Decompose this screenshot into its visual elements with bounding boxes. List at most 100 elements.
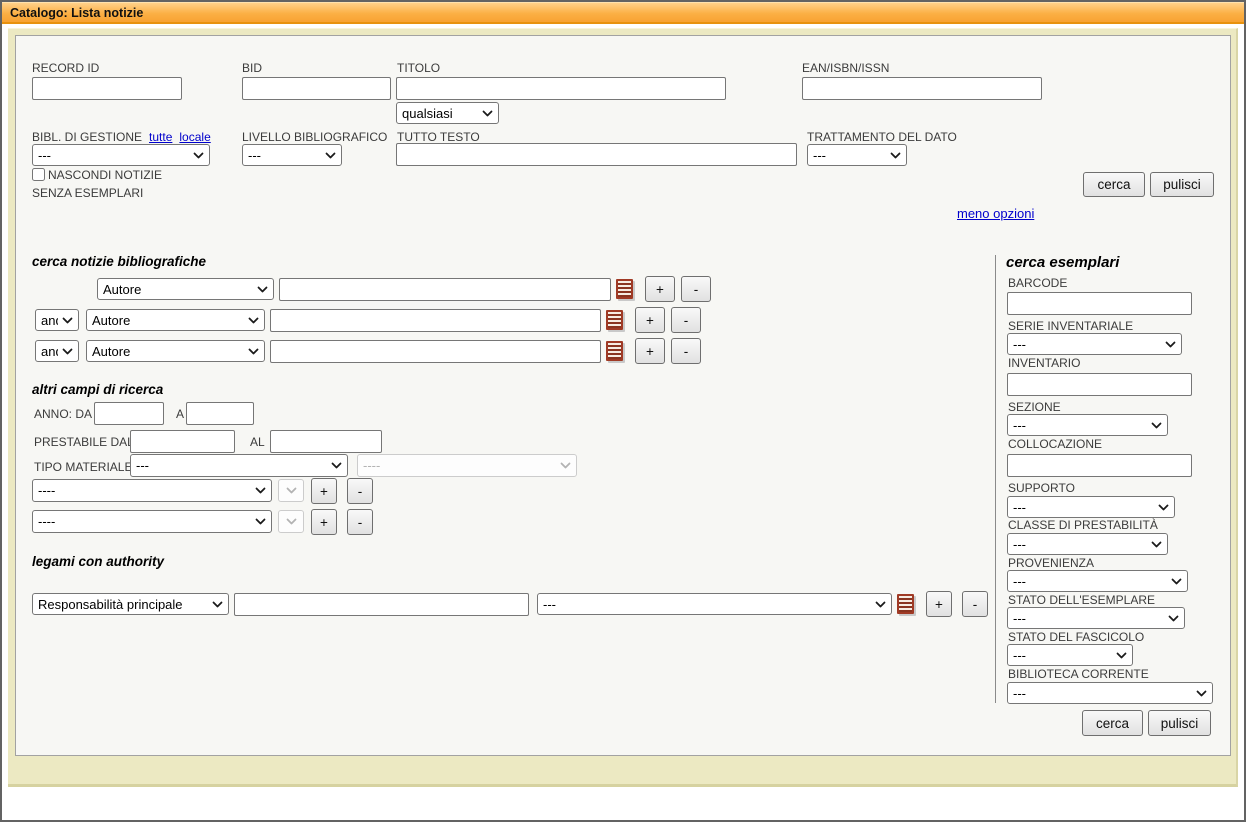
tutto-testo-input[interactable] — [396, 143, 797, 166]
notizie-field-select-1[interactable]: Autore — [97, 278, 274, 300]
altri-remove-row-button-2[interactable]: - — [347, 509, 373, 535]
pulisci-button[interactable]: pulisci — [1150, 172, 1214, 197]
record-id-label: RECORD ID — [32, 61, 99, 75]
collocazione-input[interactable] — [1007, 454, 1192, 477]
prestabile-dal-input[interactable] — [130, 430, 235, 453]
ean-label: EAN/ISBN/ISSN — [802, 61, 889, 75]
esemplari-cerca-button[interactable]: cerca — [1082, 710, 1143, 736]
livello-select[interactable]: --- — [242, 144, 342, 166]
bibl-gestione-select[interactable]: --- — [32, 144, 210, 166]
bibl-locale-link[interactable]: locale — [179, 130, 210, 144]
supporto-select[interactable]: --- — [1007, 496, 1175, 518]
legami-remove-row-button[interactable]: - — [962, 591, 988, 617]
list-lookup-icon[interactable] — [897, 594, 914, 614]
chevron-down-icon — [212, 601, 223, 608]
nascondi-label: NASCONDI NOTIZIE SENZA ESEMPLARI — [32, 168, 162, 200]
chevron-down-icon — [286, 487, 297, 494]
chevron-down-icon — [248, 348, 259, 355]
altri-extra-secondary-select-1 — [278, 479, 304, 502]
esemplari-pulisci-button[interactable]: pulisci — [1148, 710, 1211, 736]
notizie-add-row-button-1[interactable]: + — [645, 276, 675, 302]
notizie-term-input-3[interactable] — [270, 340, 601, 363]
meno-opzioni-link[interactable]: meno opzioni — [957, 206, 1034, 221]
prestabile-al-label: AL — [250, 435, 265, 449]
legami-field-select[interactable]: Responsabilità principale — [32, 593, 229, 615]
notizie-remove-row-button-3[interactable]: - — [671, 338, 701, 364]
chevron-down-icon — [1151, 422, 1162, 429]
trattamento-select[interactable]: --- — [807, 144, 907, 166]
bibl-tutte-link[interactable]: tutte — [149, 130, 172, 144]
serie-inventariale-label: SERIE INVENTARIALE — [1008, 319, 1133, 333]
legami-heading: legami con authority — [32, 554, 164, 569]
bid-label: BID — [242, 61, 262, 75]
altri-remove-row-button-1[interactable]: - — [347, 478, 373, 504]
prestabile-dal-label: PRESTABILE DAL — [34, 435, 134, 449]
bibl-gestione-label-row: BIBL. DI GESTIONE tutte locale — [32, 130, 211, 144]
notizie-remove-row-button-1[interactable]: - — [681, 276, 711, 302]
stato-esemplare-select[interactable]: --- — [1007, 607, 1185, 629]
altri-extra-select-2[interactable]: ---- — [32, 510, 272, 533]
barcode-label: BARCODE — [1008, 276, 1067, 290]
prestabile-al-input[interactable] — [270, 430, 382, 453]
altri-add-row-button-1[interactable]: + — [311, 478, 337, 504]
tutto-testo-label: TUTTO TESTO — [397, 130, 480, 144]
classe-prestabilita-select[interactable]: --- — [1007, 533, 1168, 555]
serie-inventariale-select[interactable]: --- — [1007, 333, 1182, 355]
titolo-input[interactable] — [396, 77, 726, 100]
chevron-down-icon — [325, 152, 336, 159]
tipo-materiale-select[interactable]: --- — [130, 454, 348, 477]
altri-extra-select-1[interactable]: ---- — [32, 479, 272, 502]
biblioteca-corrente-select[interactable]: --- — [1007, 682, 1213, 704]
chevron-down-icon — [560, 462, 571, 469]
legami-term-input[interactable] — [234, 593, 529, 616]
inventario-input[interactable] — [1007, 373, 1192, 396]
list-lookup-icon[interactable] — [616, 279, 633, 299]
chevron-down-icon — [255, 487, 266, 494]
chevron-down-icon — [248, 317, 259, 324]
supporto-label: SUPPORTO — [1008, 481, 1075, 495]
sezione-select[interactable]: --- — [1007, 414, 1168, 436]
notizie-add-row-button-3[interactable]: + — [635, 338, 665, 364]
titolo-match-select[interactable]: qualsiasi — [396, 102, 499, 124]
list-lookup-icon[interactable] — [606, 310, 623, 330]
stato-fascicolo-select[interactable]: --- — [1007, 644, 1133, 666]
notizie-bool-select-3[interactable]: and — [35, 340, 79, 362]
anno-da-input[interactable] — [94, 402, 164, 425]
anno-a-input[interactable] — [186, 402, 254, 425]
chevron-down-icon — [482, 110, 493, 117]
esemplari-divider — [995, 255, 996, 703]
window-titlebar: Catalogo: Lista notizie — [2, 2, 1244, 24]
chevron-down-icon — [1116, 652, 1127, 659]
notizie-remove-row-button-2[interactable]: - — [671, 307, 701, 333]
biblioteca-corrente-label: BIBLIOTECA CORRENTE — [1008, 667, 1149, 681]
chevron-down-icon — [1171, 578, 1182, 585]
altri-add-row-button-2[interactable]: + — [311, 509, 337, 535]
cerca-button[interactable]: cerca — [1083, 172, 1145, 197]
chevron-down-icon — [255, 518, 266, 525]
nascondi-checkbox[interactable] — [32, 168, 45, 181]
livello-label: LIVELLO BIBLIOGRAFICO — [242, 130, 387, 144]
notizie-bool-select-2[interactable]: and — [35, 309, 79, 331]
legami-add-row-button[interactable]: + — [926, 591, 952, 617]
provenienza-select[interactable]: --- — [1007, 570, 1188, 592]
notizie-add-row-button-2[interactable]: + — [635, 307, 665, 333]
stato-fascicolo-label: STATO DEL FASCICOLO — [1008, 630, 1144, 644]
trattamento-label: TRATTAMENTO DEL DATO — [807, 130, 957, 144]
chevron-down-icon — [193, 152, 204, 159]
notizie-term-input-2[interactable] — [270, 309, 601, 332]
list-lookup-icon[interactable] — [606, 341, 623, 361]
record-id-input[interactable] — [32, 77, 182, 100]
sezione-label: SEZIONE — [1008, 400, 1061, 414]
chevron-down-icon — [257, 286, 268, 293]
notizie-field-select-3[interactable]: Autore — [86, 340, 265, 362]
catalog-window: Catalogo: Lista notizie RECORD ID BID TI… — [0, 0, 1246, 822]
bid-input[interactable] — [242, 77, 391, 100]
legami-authority-select[interactable]: --- — [537, 593, 892, 615]
nascondi-checkbox-row: NASCONDI NOTIZIE SENZA ESEMPLARI — [32, 166, 190, 202]
notizie-term-input-1[interactable] — [279, 278, 611, 301]
notizie-field-select-2[interactable]: Autore — [86, 309, 265, 331]
tipo-materiale-secondary-select: ---- — [357, 454, 577, 477]
chevron-down-icon — [875, 601, 886, 608]
barcode-input[interactable] — [1007, 292, 1192, 315]
ean-input[interactable] — [802, 77, 1042, 100]
